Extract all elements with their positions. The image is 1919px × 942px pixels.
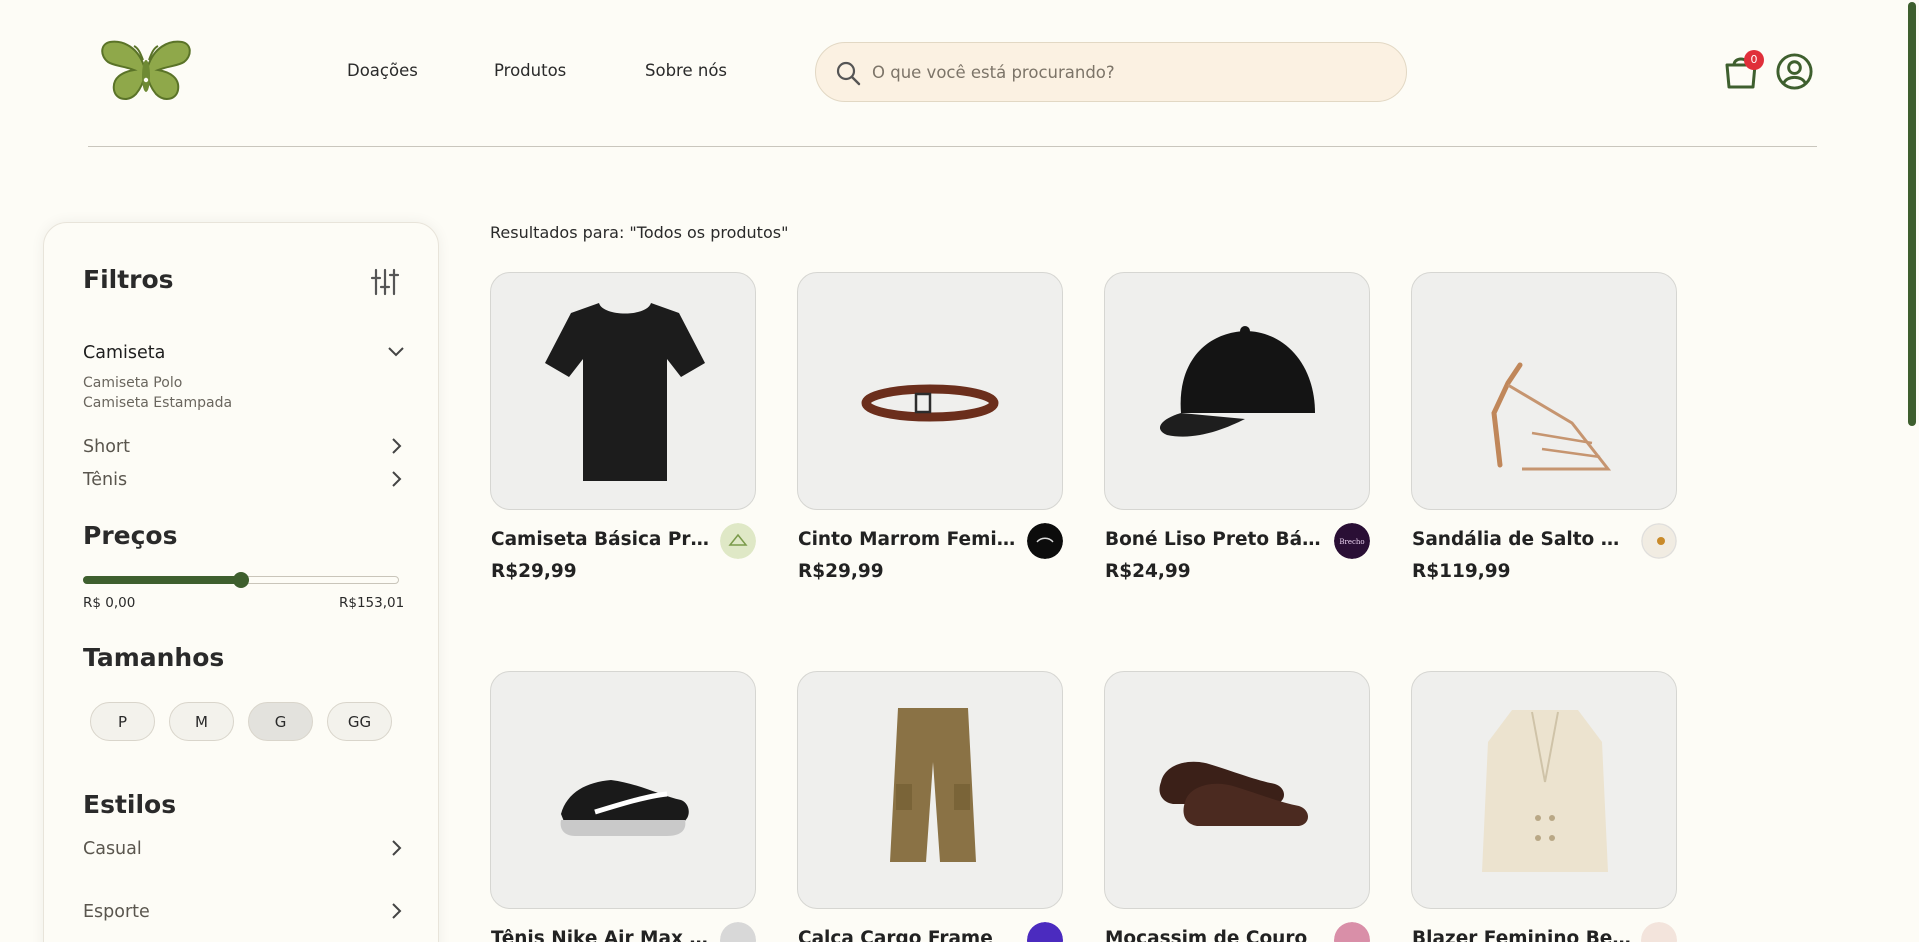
product-name[interactable]: Mocassim de Couro [1105,928,1325,942]
results-heading: Resultados para: "Todos os produtos" [490,223,789,242]
product-name[interactable]: Blazer Feminino Bege [1412,928,1632,942]
product-price: R$119,99 [1412,561,1511,582]
filters-title: Filtros [83,265,174,294]
product-price: R$29,99 [798,561,884,582]
product-name[interactable]: Sandália de Salto Alto [1412,529,1632,550]
nav-sobre-nos[interactable]: Sobre nós [645,61,727,80]
nav-doacoes[interactable]: Doações [347,61,418,80]
price-slider-handle[interactable] [233,572,249,588]
product-price: R$29,99 [491,561,577,582]
svg-text:Brecho: Brecho [1339,538,1364,546]
category-short[interactable]: Short [83,437,130,457]
seller-logo[interactable] [720,922,756,942]
cargo-pants-image [890,708,976,862]
style-casual[interactable]: Casual [83,839,142,859]
scrollbar-thumb[interactable] [1908,2,1916,426]
loafer-image [1159,761,1308,826]
product-image[interactable] [1104,272,1370,510]
sizes-title: Tamanhos [83,643,225,672]
chevron-right-icon[interactable] [386,838,406,858]
product-image[interactable] [490,671,756,909]
chevron-right-icon[interactable] [386,469,406,489]
search-bar[interactable] [815,42,1407,102]
styles-title: Estilos [83,790,177,819]
price-min-label: R$ 0,00 [83,595,136,611]
sneaker-image [560,780,689,836]
price-slider-fill [83,576,241,584]
sandal-image [1491,362,1612,471]
product-name[interactable]: Tênis Nike Air Max Excee [491,928,711,942]
seller-logo[interactable] [1641,922,1677,942]
subcategory-camiseta-polo[interactable]: Camiseta Polo [83,375,182,391]
product-image[interactable] [1411,272,1677,510]
size-m-button[interactable]: M [169,702,234,741]
nav-produtos[interactable]: Produtos [494,61,566,80]
product-image[interactable] [490,272,756,510]
style-esporte[interactable]: Esporte [83,902,150,922]
cart-count-badge: 0 [1744,50,1764,70]
seller-logo[interactable] [1027,922,1063,942]
size-g-button[interactable]: G [248,702,313,741]
seller-logo[interactable]: Brecho [1334,523,1370,559]
chevron-right-icon[interactable] [386,901,406,921]
cap-image [1159,326,1315,437]
search-input[interactable] [872,43,1392,101]
seller-logo[interactable] [1641,523,1677,559]
chevron-down-icon[interactable] [386,341,406,361]
butterfly-logo[interactable] [98,36,194,106]
subcategory-camiseta-estampada[interactable]: Camiseta Estampada [83,395,232,411]
product-name[interactable]: Calça Cargo Frame [798,928,1018,942]
filters-sidebar: Filtros Camiseta Camiseta Polo Camiseta … [43,222,439,942]
belt-image [861,384,999,422]
header-divider [88,146,1817,147]
prices-title: Preços [83,521,178,550]
category-camiseta[interactable]: Camiseta [83,343,165,363]
tshirt-image [545,303,705,481]
product-name[interactable]: Cinto Marrom Feminino [798,529,1018,550]
product-image[interactable] [1411,671,1677,909]
product-image[interactable] [1104,671,1370,909]
user-account-icon[interactable] [1775,52,1814,91]
page: Doações Produtos Sobre nós 0 Filtros Cam… [0,0,1919,942]
price-max-label: R$153,01 [339,595,405,611]
search-icon[interactable] [834,59,862,87]
blazer-image [1482,710,1608,872]
seller-logo[interactable] [720,523,756,559]
size-p-button[interactable]: P [90,702,155,741]
category-tenis[interactable]: Tênis [83,470,127,490]
seller-logo[interactable] [1027,523,1063,559]
product-image[interactable] [797,671,1063,909]
chevron-right-icon[interactable] [386,436,406,456]
size-gg-button[interactable]: GG [327,702,392,741]
sliders-icon[interactable] [370,267,400,297]
seller-logo[interactable] [1334,922,1370,942]
product-price: R$24,99 [1105,561,1191,582]
product-image[interactable] [797,272,1063,510]
product-name[interactable]: Camiseta Básica Preta [491,529,711,550]
product-name[interactable]: Boné Liso Preto Básico [1105,529,1325,550]
